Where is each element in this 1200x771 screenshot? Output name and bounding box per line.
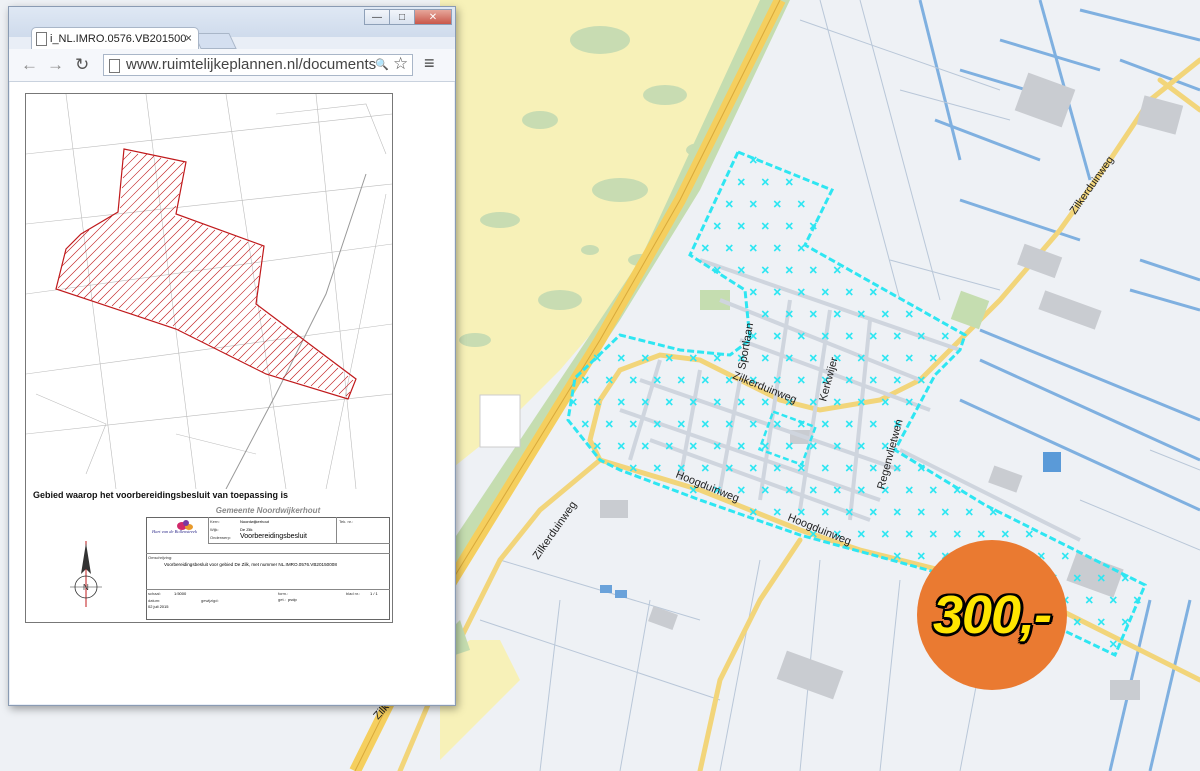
hart-van-de-bollenstreek-logo: Hart van de Bollenstreek — [152, 520, 202, 542]
value-schaal: 1:5000 — [174, 591, 187, 596]
label-omschrijving: Omschrijving: — [148, 555, 173, 560]
browser-tab[interactable]: i_NL.IMRO.0576.VB201500 × — [31, 27, 199, 49]
price-badge: 300,- — [917, 540, 1067, 690]
value-datum: 02 juli 2015 — [148, 604, 169, 609]
browser-titlebar[interactable]: — □ ✕ i_NL.IMRO.0576.VB201500 × — [9, 7, 455, 49]
maximize-button[interactable]: □ — [389, 9, 415, 25]
address-bar[interactable]: www.ruimtelijkeplannen.nl/documents — [103, 54, 413, 76]
pdf-document-page: Gebied waarop het voorbereidingsbesluit … — [25, 93, 393, 623]
title-block: Gemeente Noordwijkerhout Hart van de Bol… — [146, 506, 390, 620]
browser-window[interactable]: — □ ✕ i_NL.IMRO.0576.VB201500 × ← → ↻ ww… — [8, 6, 456, 706]
label-wijk: Wijk: — [210, 527, 219, 532]
label-kern: Kern: — [210, 519, 220, 524]
minimize-button[interactable]: — — [364, 9, 390, 25]
north-arrow-icon: N — [70, 541, 102, 607]
label-onderwerp: Onderwerp: — [210, 535, 231, 540]
document-icon — [36, 32, 47, 46]
label-get: get.: — [278, 597, 286, 602]
blue-building — [1043, 452, 1061, 472]
label-form: form.: — [278, 591, 289, 596]
browser-content: Gebied waarop het voorbereidingsbesluit … — [10, 82, 454, 704]
municipality-title: Gemeente Noordwijkerhout — [215, 506, 321, 515]
value-onderwerp: Voorbereidingsbesluit — [240, 533, 307, 540]
price-text: 300,- — [932, 585, 1052, 645]
chrome-menu-icon[interactable]: ≡ — [424, 53, 435, 74]
doc-plan-area — [55, 148, 357, 400]
value-kern: Noordwijkerhout — [240, 519, 269, 524]
label-blad-nr: blad nr.: — [346, 591, 361, 596]
value-omschrijving: Voorbereidingsbesluit voor gebied De Zil… — [164, 562, 337, 567]
new-tab-button[interactable] — [193, 33, 237, 49]
water-pond — [600, 585, 612, 593]
close-button[interactable]: ✕ — [414, 9, 452, 25]
zoom-icon[interactable]: 🔍 — [375, 58, 389, 71]
value-wijk: De Zilk — [240, 527, 253, 532]
maximize-icon: □ — [398, 11, 406, 23]
label-datum: datum: — [148, 598, 161, 603]
label-tek-nr: Tek. nr.: — [339, 519, 354, 524]
reload-icon[interactable]: ↻ — [75, 55, 89, 75]
close-icon: ✕ — [428, 11, 438, 23]
address-url: www.ruimtelijkeplannen.nl/documents — [126, 56, 377, 73]
document-map — [26, 94, 392, 490]
value-get: pvdp — [288, 597, 297, 602]
minimize-icon: — — [372, 11, 382, 23]
label-gewijzigd: gewijzigd: — [201, 598, 219, 603]
page-icon — [109, 59, 120, 73]
logo-text: Hart van de Bollenstreek — [152, 529, 197, 534]
back-icon[interactable]: ← — [21, 55, 38, 75]
value-blad-nr: 1 / 1 — [370, 591, 378, 596]
label-schaal: schaal: — [148, 591, 161, 596]
svg-text:N: N — [83, 583, 89, 592]
tab-title: i_NL.IMRO.0576.VB201500 — [50, 32, 187, 45]
forward-icon[interactable]: → — [47, 55, 64, 75]
tab-close-icon[interactable]: × — [185, 31, 192, 45]
doc-hatch — [57, 151, 354, 397]
browser-toolbar: ← → ↻ www.ruimtelijkeplannen.nl/document… — [9, 49, 455, 82]
bookmark-star-icon[interactable]: ☆ — [393, 54, 408, 74]
document-legend-text: Gebied waarop het voorbereidingsbesluit … — [33, 490, 289, 500]
water-pond — [615, 590, 627, 598]
